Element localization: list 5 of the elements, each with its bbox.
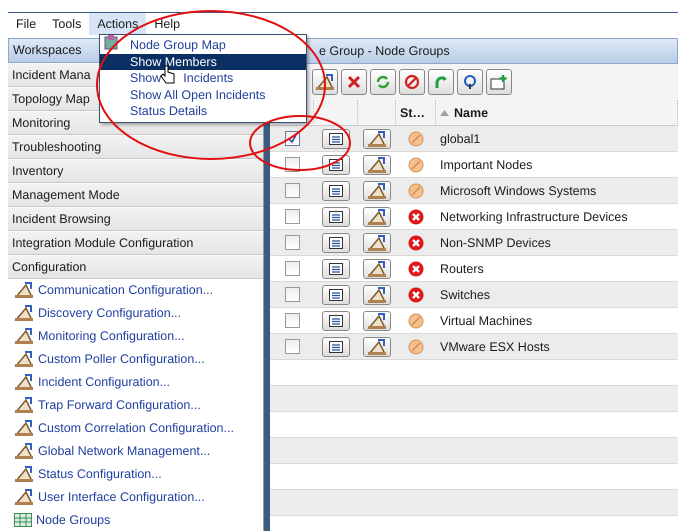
- table-cell: global1: [436, 126, 678, 152]
- table-cell: Microsoft Windows Systems: [436, 178, 678, 204]
- table-cell: Non-SNMP Devices: [436, 230, 678, 256]
- table-cell: VMware ESX Hosts: [436, 334, 678, 360]
- table-cell: Switches: [436, 282, 678, 308]
